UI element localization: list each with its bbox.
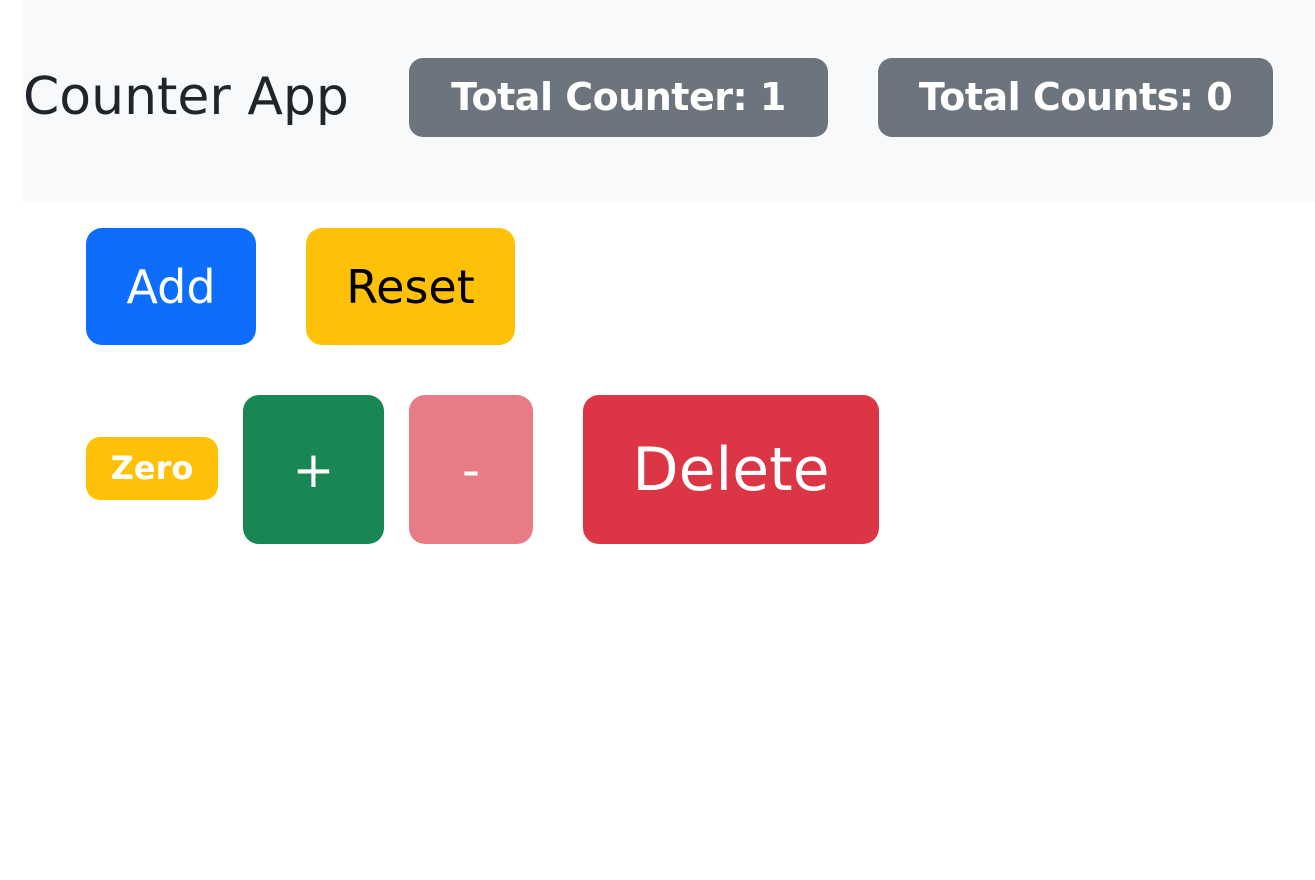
decrement-button[interactable]: - bbox=[409, 395, 533, 544]
navbar: Counter App Total Counter: 1 Total Count… bbox=[23, 0, 1315, 202]
add-button[interactable]: Add bbox=[86, 228, 256, 345]
counter-value-badge: Zero bbox=[86, 437, 218, 500]
total-counter-badge: Total Counter: 1 bbox=[409, 58, 828, 137]
increment-button[interactable]: + bbox=[243, 395, 384, 544]
app-title[interactable]: Counter App bbox=[23, 58, 349, 136]
total-counts-badge: Total Counts: 0 bbox=[878, 58, 1273, 137]
delete-button[interactable]: Delete bbox=[583, 395, 879, 544]
reset-button[interactable]: Reset bbox=[306, 228, 515, 345]
